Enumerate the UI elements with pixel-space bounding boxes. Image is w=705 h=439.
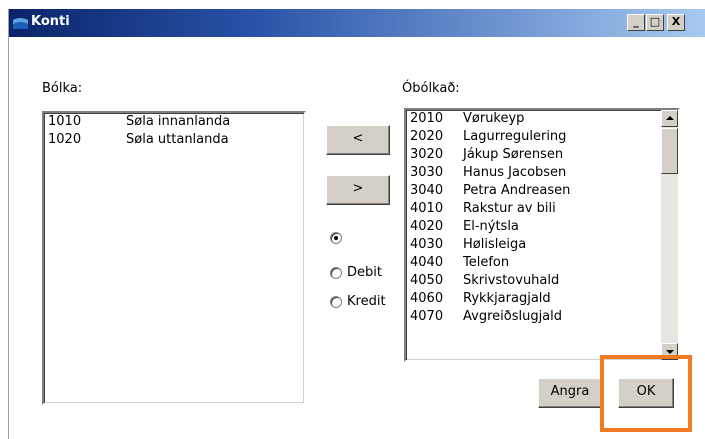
move-left-button[interactable]: < xyxy=(326,125,390,155)
list-item[interactable]: 4030 Hølisleiga xyxy=(406,236,661,254)
account-name: Hanus Jacobsen xyxy=(463,165,567,180)
ungrouped-accounts-list[interactable]: 2010 Vørukeyp 2020 Lagurregulering 3020 Jákup… xyxy=(404,108,680,362)
list-item[interactable]: 4040 Telefon xyxy=(406,254,661,272)
account-name: Vørukeyp xyxy=(463,111,525,126)
minimize-button[interactable]: _ xyxy=(627,14,645,31)
account-code: 4010 xyxy=(410,201,444,216)
ungrouped-label: Óbólkað: xyxy=(402,81,460,96)
radio-button[interactable] xyxy=(330,296,342,308)
cancel-label: Angra xyxy=(550,384,590,399)
account-code: 4070 xyxy=(410,309,444,324)
account-name: Hølisleiga xyxy=(463,237,527,252)
ok-label: OK xyxy=(636,384,656,399)
list-item[interactable]: 4070 Avgreiðslugjald xyxy=(406,308,661,326)
list-item[interactable]: 3030 Hanus Jacobsen xyxy=(406,164,661,182)
window-title: Konti xyxy=(31,14,70,29)
radio-label: Kredit xyxy=(347,294,386,309)
move-right-button[interactable]: > xyxy=(326,175,390,205)
maximize-icon: □ xyxy=(649,15,661,28)
account-code: 4060 xyxy=(410,291,444,306)
account-name: Avgreiðslugjald xyxy=(463,309,563,324)
scrollbar[interactable] xyxy=(661,110,678,360)
radio-label: Debit xyxy=(347,265,382,280)
move-right-label: > xyxy=(352,181,364,196)
account-name: Søla uttanlanda xyxy=(126,132,229,147)
ok-button[interactable]: OK xyxy=(618,378,674,408)
account-name: Skrivstovuhald xyxy=(463,273,560,288)
radio-button[interactable] xyxy=(330,267,342,279)
radio-button[interactable] xyxy=(330,232,342,244)
account-code: 2010 xyxy=(410,111,444,126)
grouped-label: Bólka: xyxy=(42,81,83,96)
arrow-up-icon xyxy=(666,116,674,120)
grouped-accounts-list[interactable]: 1010 Søla innanlanda 1020 Søla uttanlanda xyxy=(42,111,306,405)
title-bar[interactable]: Konti _ □ X xyxy=(9,9,705,37)
account-code: 4050 xyxy=(410,273,444,288)
account-name: Jákup Sørensen xyxy=(463,147,564,162)
account-code: 3040 xyxy=(410,183,444,198)
scroll-down-button[interactable] xyxy=(661,343,678,360)
list-item[interactable]: 3020 Jákup Sørensen xyxy=(406,146,661,164)
app-icon xyxy=(13,18,28,29)
list-item[interactable]: 1020 Søla uttanlanda xyxy=(44,131,304,149)
account-code: 4040 xyxy=(410,255,444,270)
account-name: Telefon xyxy=(463,255,510,270)
scroll-thumb[interactable] xyxy=(661,128,678,174)
ungrouped-items: 2010 Vørukeyp 2020 Lagurregulering 3020 Jákup… xyxy=(406,110,661,326)
account-name: Søla innanlanda xyxy=(126,114,231,129)
list-item[interactable]: 4010 Rakstur av bili xyxy=(406,200,661,218)
scroll-up-button[interactable] xyxy=(661,110,678,127)
account-name: Rykkjaragjald xyxy=(463,291,551,306)
account-name: Rakstur av bili xyxy=(463,201,556,216)
list-item[interactable]: 2020 Lagurregulering xyxy=(406,128,661,146)
radio-dot-icon xyxy=(334,236,338,240)
list-item[interactable]: 1010 Søla innanlanda xyxy=(44,113,304,131)
account-name: Lagurregulering xyxy=(463,129,567,144)
list-item[interactable]: 4020 El-nýtsla xyxy=(406,218,661,236)
minimize-icon: _ xyxy=(633,15,639,28)
list-item[interactable]: 4050 Skrivstovuhald xyxy=(406,272,661,290)
list-item[interactable]: 3040 Petra Andreasen xyxy=(406,182,661,200)
account-code: 1020 xyxy=(48,132,82,147)
account-code: 4030 xyxy=(410,237,444,252)
list-item[interactable]: 2010 Vørukeyp xyxy=(406,110,661,128)
move-left-label: < xyxy=(352,131,364,146)
account-code: 3030 xyxy=(410,165,444,180)
close-icon: X xyxy=(671,15,681,28)
cancel-button[interactable]: Angra xyxy=(538,378,602,408)
account-code: 3020 xyxy=(410,147,444,162)
close-button[interactable]: X xyxy=(667,14,685,31)
account-name: Petra Andreasen xyxy=(463,183,571,198)
list-item[interactable]: 4060 Rykkjaragjald xyxy=(406,290,661,308)
account-code: 2020 xyxy=(410,129,444,144)
maximize-button[interactable]: □ xyxy=(646,14,664,31)
arrow-down-icon xyxy=(666,350,674,354)
account-name: El-nýtsla xyxy=(463,219,519,234)
account-code: 1010 xyxy=(48,114,82,129)
account-code: 4020 xyxy=(410,219,444,234)
